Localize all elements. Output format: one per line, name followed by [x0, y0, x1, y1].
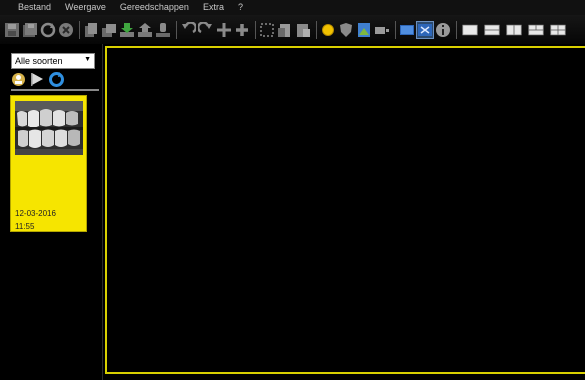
- toolbar-separator: [176, 20, 177, 39]
- paste-images-icon[interactable]: [101, 22, 117, 38]
- toolbar-separator: [79, 20, 80, 39]
- thumbnail-date: 12-03-2016: [15, 209, 56, 218]
- image-enhance-icon[interactable]: [356, 22, 372, 38]
- copy-icon[interactable]: [277, 22, 293, 38]
- brightness-icon[interactable]: [374, 22, 390, 38]
- menu-gereedschappen[interactable]: Gereedschappen: [120, 0, 189, 15]
- toolbar-separator: [316, 20, 317, 39]
- refresh-icon[interactable]: [40, 22, 56, 38]
- filter-toolbar: [11, 71, 68, 87]
- save-icon[interactable]: [4, 22, 20, 38]
- menu-weergave[interactable]: Weergave: [65, 0, 106, 15]
- monitor-icon[interactable]: [399, 22, 415, 38]
- thumbnail-time: 11:55: [15, 222, 35, 231]
- image-viewer-pane[interactable]: [105, 46, 585, 374]
- layout-single-icon[interactable]: [460, 22, 480, 38]
- rotate-left-icon[interactable]: [180, 21, 196, 38]
- divider: [11, 89, 99, 91]
- image-type-select[interactable]: Alle soorten ▼: [11, 53, 95, 69]
- rotate-right-icon[interactable]: [198, 21, 214, 38]
- layout-three-icon[interactable]: [526, 22, 546, 38]
- paste-icon[interactable]: [295, 22, 311, 38]
- sync-icon[interactable]: [49, 71, 64, 87]
- save-all-icon[interactable]: [22, 22, 38, 38]
- shield-icon[interactable]: [338, 22, 354, 38]
- fullscreen-icon[interactable]: [416, 20, 434, 39]
- toolbar-separator: [456, 20, 457, 39]
- toolbar-separator: [255, 20, 256, 39]
- layout-four-icon[interactable]: [548, 22, 568, 38]
- dental-xray-thumbnail: [15, 101, 83, 155]
- menu-help[interactable]: ?: [238, 0, 243, 15]
- add-icon[interactable]: [234, 22, 250, 38]
- copy-images-icon[interactable]: [83, 22, 99, 38]
- image-type-select-value: Alle soorten: [15, 56, 63, 66]
- info-icon[interactable]: [435, 22, 451, 38]
- acquire-icon[interactable]: [155, 22, 171, 38]
- toolbar: [0, 15, 585, 44]
- export-icon[interactable]: [137, 22, 153, 38]
- status-strip: [103, 374, 585, 380]
- select-region-icon[interactable]: [259, 22, 275, 38]
- image-thumbnail[interactable]: 12-03-2016 11:55: [10, 95, 87, 232]
- flag-filter-icon[interactable]: [30, 72, 45, 87]
- flip-icon[interactable]: [216, 22, 232, 38]
- layout-two-horizontal-icon[interactable]: [482, 22, 502, 38]
- menu-extra[interactable]: Extra: [203, 0, 224, 15]
- layout-two-vertical-icon[interactable]: [504, 22, 524, 38]
- toolbar-separator: [395, 20, 396, 39]
- menu-bestand[interactable]: Bestand: [18, 0, 51, 15]
- user-filter-icon[interactable]: [11, 72, 26, 87]
- thumbnail-panel: Alle soorten ▼ 12-03-2016 11:55: [0, 44, 103, 380]
- sun-icon[interactable]: [320, 22, 336, 38]
- chevron-down-icon[interactable]: ▼: [84, 56, 91, 63]
- import-icon[interactable]: [119, 22, 135, 38]
- delete-icon[interactable]: [58, 22, 74, 38]
- menu-bar: Bestand Weergave Gereedschappen Extra ?: [0, 0, 585, 15]
